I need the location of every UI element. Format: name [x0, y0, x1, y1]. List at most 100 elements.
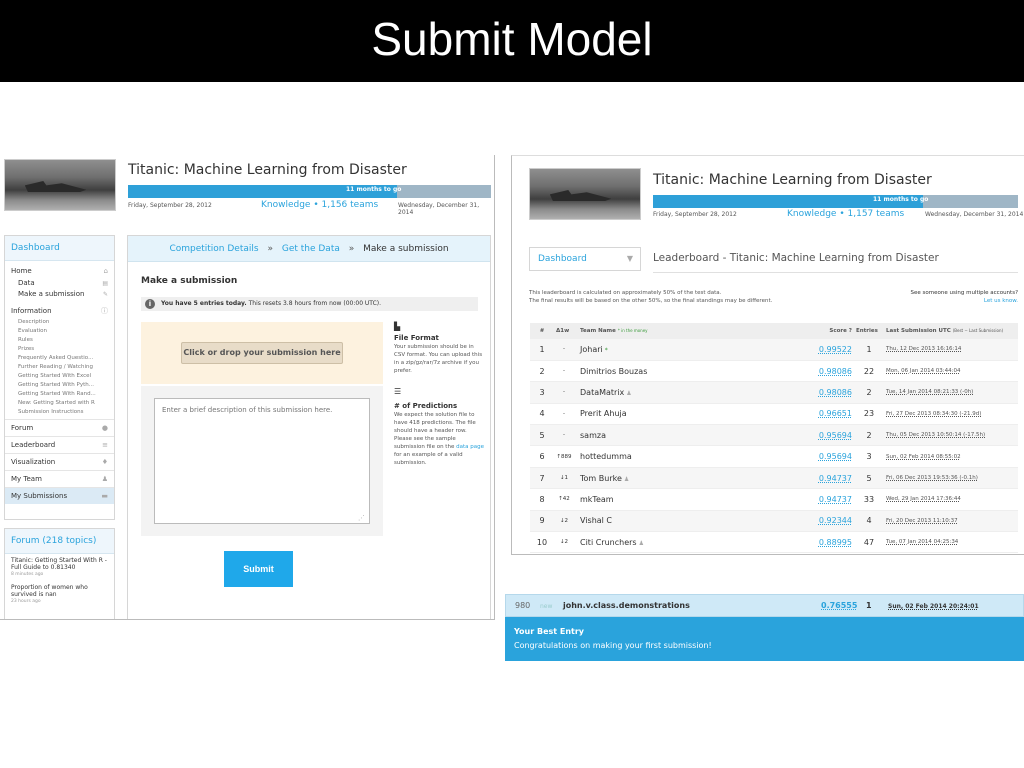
dashboard-dropdown[interactable]: Dashboard ▼ — [529, 247, 641, 271]
competition-progress-bar: 11 months to go — [653, 195, 1018, 208]
sidebar-home[interactable]: Home ⌂ — [5, 265, 114, 278]
forum-topic[interactable]: Titanic: Getting Started With R - Full G… — [5, 554, 114, 581]
table-row: 8 ↑42 mkTeam 0.94737 33 Wed, 29 Jan 2014 17:3… — [530, 488, 1018, 511]
table-row: 2- Dimitrios Bouzas 0.98086 22 Mon, 06 Jan 2… — [530, 360, 1018, 383]
sidebar-item-visualization[interactable]: Visualization ♦ — [5, 453, 114, 470]
sidebar-item-leaderboard[interactable]: Leaderboard ≡ — [5, 436, 114, 453]
team-cell[interactable]: samza — [574, 424, 814, 447]
sidebar-item-r[interactable]: New: Getting Started with R — [5, 399, 114, 408]
sidebar-item-make-submission[interactable]: Make a submission ✎ — [5, 289, 114, 300]
last-submission-cell: Fri, 20 Dec 2013 11:10:37 — [884, 510, 1018, 533]
table-row: 9 ↓2 Vishal C 0.92344 4 Fri, 20 Dec 2013 11:1… — [530, 510, 1018, 533]
description-input[interactable] — [154, 398, 370, 524]
last-submission-cell: Wed, 29 Jan 2014 17:36:44 — [884, 488, 1018, 511]
entries-cell: 22 — [854, 360, 884, 383]
sidebar-dashboard-link[interactable]: Dashboard — [5, 236, 114, 261]
sidebar-item-my-submissions[interactable]: My Submissions ▬ — [5, 487, 114, 504]
score-cell[interactable]: 0.96651 — [814, 403, 854, 426]
pin-icon: ♦ — [101, 458, 108, 466]
forum-heading[interactable]: Forum (218 topics) — [5, 529, 114, 554]
upload-button[interactable]: Click or drop your submission here — [181, 342, 343, 364]
col-score[interactable]: Score ? — [814, 323, 854, 339]
entries-cell: 5 — [854, 467, 884, 490]
col-entries[interactable]: Entries — [854, 323, 884, 339]
rank-cell: 7 — [530, 467, 554, 490]
team-cell[interactable]: DataMatrix ♟ — [574, 381, 814, 404]
breadcrumb-get-data[interactable]: Get the Data — [282, 244, 340, 254]
team-cell[interactable]: Dimitrios Bouzas — [574, 360, 814, 383]
sidebar-item-further-reading[interactable]: Further Reading / Watching — [5, 363, 114, 372]
score-cell[interactable]: 0.94737 — [814, 467, 854, 490]
teams-link[interactable]: Knowledge • 1,156 teams — [261, 200, 378, 210]
sidebar-item-excel[interactable]: Getting Started With Excel — [5, 372, 114, 381]
rank-cell: 2 — [530, 360, 554, 383]
entries-cell: 33 — [854, 488, 884, 511]
entries-cell: 2 — [854, 424, 884, 447]
submission-panel: Competition Details » Get the Data » Mak… — [127, 235, 491, 619]
score-cell[interactable]: 0.92344 — [814, 510, 854, 533]
score-cell[interactable]: 0.95694 — [814, 424, 854, 447]
sidebar-item-random-forest[interactable]: Getting Started With Rand... — [5, 390, 114, 399]
sidebar-item-rules[interactable]: Rules — [5, 336, 114, 345]
submit-button[interactable]: Submit — [224, 551, 293, 587]
table-header-row: # Δ1w Team Name * in the money Score ? E… — [530, 323, 1018, 339]
team-cell[interactable]: Tom Burke ♟ — [574, 467, 814, 490]
competition-title[interactable]: Titanic: Machine Learning from Disaster — [653, 172, 932, 188]
help-icon: ? — [848, 328, 852, 334]
entries-cell: 23 — [854, 403, 884, 426]
sidebar: Dashboard Home ⌂ Data ▤ Make a submissio… — [4, 235, 115, 520]
teams-link[interactable]: Knowledge • 1,157 teams — [787, 209, 904, 219]
breadcrumb-competition-details[interactable]: Competition Details — [169, 244, 258, 254]
team-icon: ♟ — [626, 389, 632, 397]
team-cell[interactable]: Johari * — [574, 339, 814, 361]
sidebar-item-python[interactable]: Getting Started With Pyth... — [5, 381, 114, 390]
submission-page-screenshot: Titanic: Machine Learning from Disaster … — [0, 155, 495, 620]
competition-title[interactable]: Titanic: Machine Learning from Disaster — [128, 162, 407, 178]
score-cell[interactable]: 0.94737 — [814, 488, 854, 511]
col-rank[interactable]: # — [530, 323, 554, 339]
col-team[interactable]: Team Name * in the money — [574, 323, 814, 339]
score-cell[interactable]: 0.88995 — [814, 531, 854, 554]
col-last-submission[interactable]: Last Submission UTC (Best − Last Submiss… — [884, 323, 1018, 339]
last-submission-cell: Fri, 27 Dec 2013 08:34:30 (-21.9d) — [884, 403, 1018, 426]
resize-handle-icon[interactable]: ⋰ — [358, 514, 365, 522]
sidebar-item-faq[interactable]: Frequently Asked Questio... — [5, 354, 114, 363]
sidebar-item-submission-instructions[interactable]: Submission Instructions — [5, 408, 114, 417]
team-cell[interactable]: Vishal C — [574, 510, 814, 533]
team-cell[interactable]: Citi Crunchers ♟ — [574, 531, 814, 554]
data-page-link[interactable]: data page — [456, 444, 484, 450]
score-cell[interactable]: 0.98086 — [814, 360, 854, 383]
score-cell[interactable]: 0.99522 — [814, 339, 854, 361]
table-row: 7 ↓1 Tom Burke ♟ 0.94737 5 Fri, 06 Dec 2013 19… — [530, 467, 1018, 490]
table-row: 4- Prerit Ahuja 0.96651 23 Fri, 27 Dec 2013 … — [530, 403, 1018, 426]
competition-progress-bar: 11 months to go — [128, 185, 491, 198]
table-row: 10 ↓2 Citi Crunchers ♟ 0.88995 47 Tue, 07 Jan … — [530, 531, 1018, 554]
sidebar-home-label: Home — [11, 267, 32, 275]
delta-cell: ↓1 — [554, 467, 574, 490]
end-date: Wednesday, December 31, 2014 — [925, 211, 1024, 218]
team-cell[interactable]: hottedumma — [574, 445, 814, 468]
best-entry-title: Your Best Entry — [514, 627, 585, 636]
sidebar-item-description[interactable]: Description — [5, 318, 114, 327]
team-cell[interactable]: mkTeam — [574, 488, 814, 511]
report-link[interactable]: Let us know. — [842, 297, 1018, 305]
file-drop-zone[interactable]: Click or drop your submission here — [141, 322, 383, 384]
sidebar-item-prizes[interactable]: Prizes — [5, 345, 114, 354]
score-cell[interactable]: 0.98086 — [814, 381, 854, 404]
my-score[interactable]: 0.76555 — [821, 601, 857, 610]
rank-cell: 9 — [530, 510, 554, 533]
sidebar-information[interactable]: Information ⓘ — [5, 305, 114, 318]
score-cell[interactable]: 0.95694 — [814, 445, 854, 468]
info-icon: ⓘ — [101, 307, 108, 315]
sidebar-item-forum[interactable]: Forum ● — [5, 419, 114, 436]
help-column: ▙ File Format Your submission should be … — [394, 322, 484, 467]
forum-topic[interactable]: Proportion of women who survived is nan … — [5, 581, 114, 608]
sidebar-item-my-team[interactable]: My Team ♟ — [5, 470, 114, 487]
col-delta[interactable]: Δ1w — [554, 323, 574, 339]
my-team[interactable]: john.v.class.demonstrations — [563, 601, 690, 610]
sidebar-item-evaluation[interactable]: Evaluation — [5, 327, 114, 336]
team-cell[interactable]: Prerit Ahuja — [574, 403, 814, 426]
sidebar-item-data[interactable]: Data ▤ — [5, 278, 114, 289]
table-row: 6 ↑889 hottedumma 0.95694 3 Sun, 02 Feb 2014 … — [530, 445, 1018, 468]
start-date: Friday, September 28, 2012 — [128, 202, 212, 209]
